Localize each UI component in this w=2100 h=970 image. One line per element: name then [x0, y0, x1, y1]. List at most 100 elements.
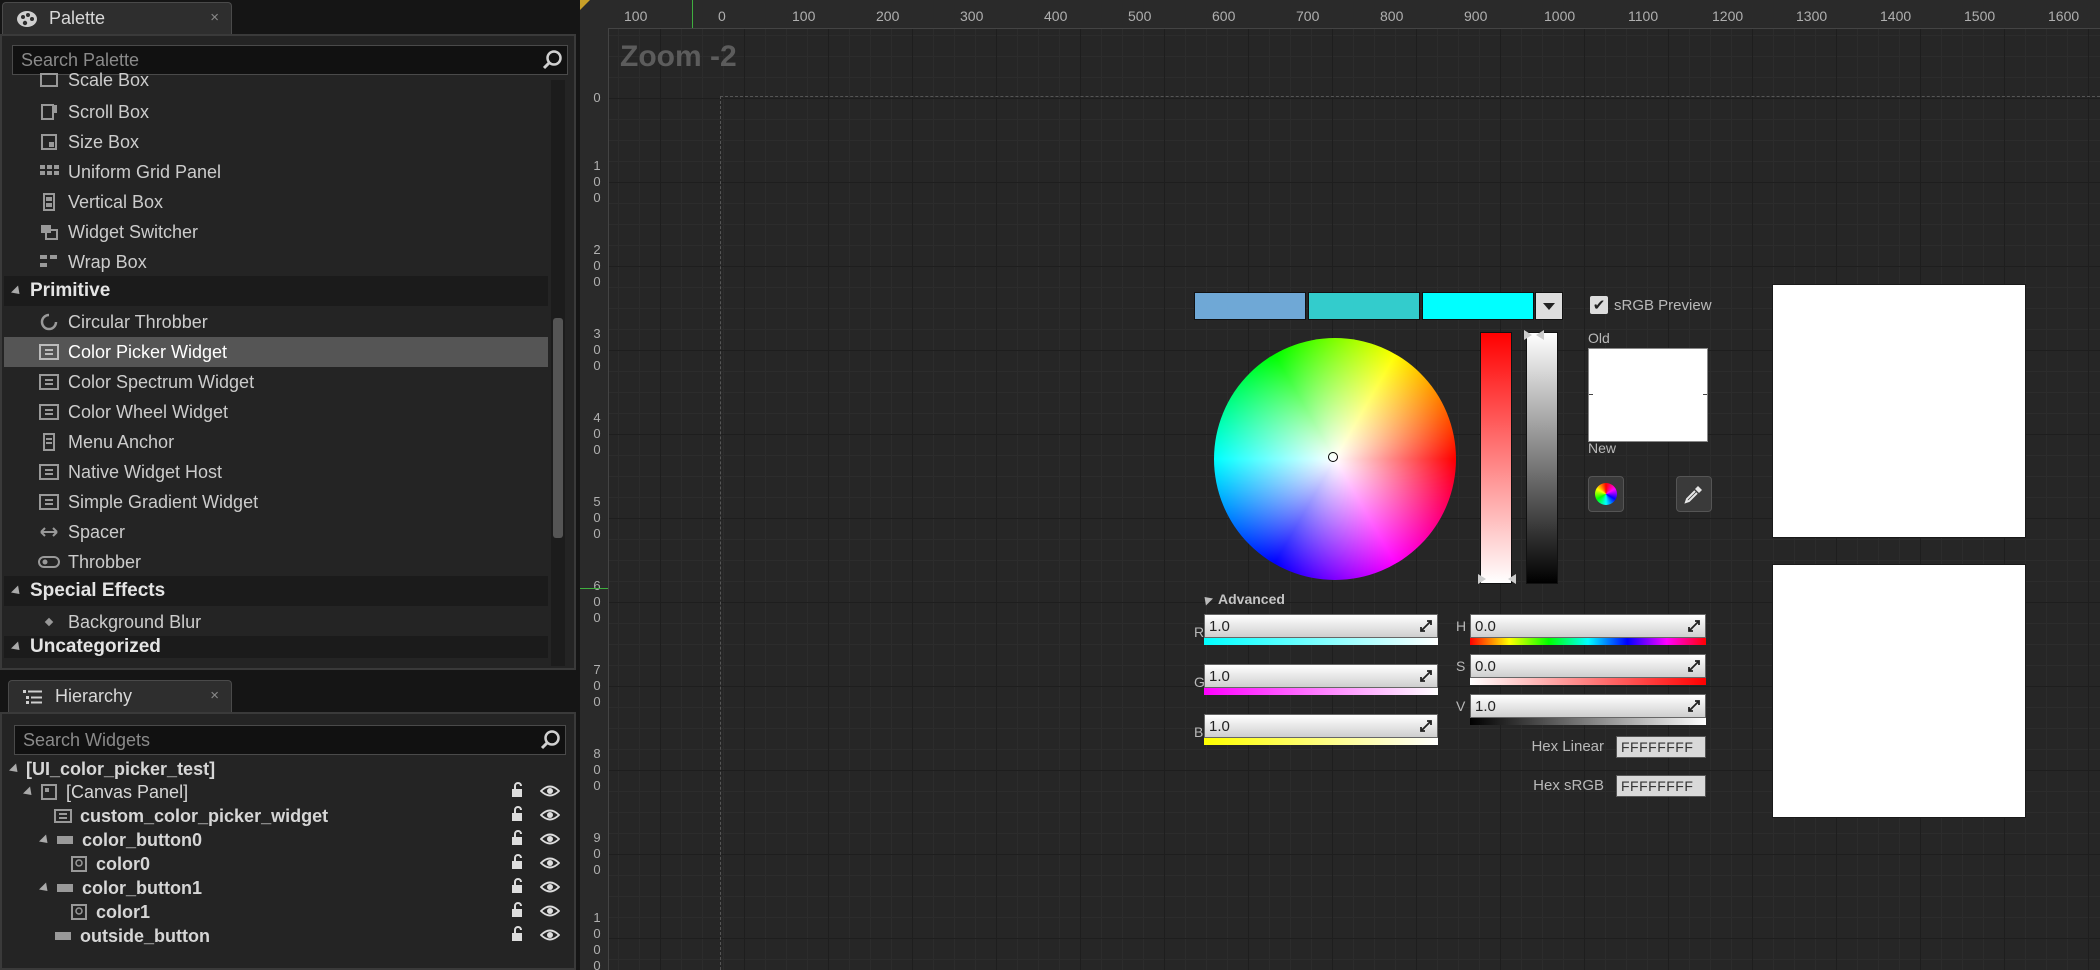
palette-item-color-picker-widget[interactable]: Color Picker Widget: [4, 337, 548, 367]
hue-spinbox[interactable]: 0.0: [1470, 614, 1706, 638]
palette-category-primitive[interactable]: Primitive: [4, 276, 548, 306]
ruler-label: 900: [1464, 8, 1488, 24]
hierarchy-row-color0[interactable]: color0: [70, 852, 570, 876]
close-icon[interactable]: ×: [210, 9, 219, 26]
palette-item-background-blur[interactable]: Background Blur: [4, 607, 548, 637]
hierarchy-row-color-button0[interactable]: color_button0: [38, 828, 570, 852]
palette-tab[interactable]: Palette ×: [2, 2, 232, 34]
red-spinbox[interactable]: 1.0: [1204, 614, 1438, 638]
lock-icon[interactable]: [510, 877, 526, 899]
slider-handle-icon: [1524, 330, 1544, 340]
throbber-icon: [38, 553, 60, 571]
color-wheel-selector[interactable]: [1328, 452, 1338, 462]
ruler-label: 500: [593, 494, 601, 541]
wrap-box-icon: [38, 253, 60, 271]
srgb-preview-checkbox[interactable]: ✔: [1590, 296, 1608, 314]
lock-icon[interactable]: [510, 925, 526, 947]
ruler-left[interactable]: 0 100 200 300 400 500 600 700 800 900 10…: [580, 28, 609, 970]
palette-item-menu-anchor[interactable]: Menu Anchor: [4, 427, 548, 457]
eye-icon[interactable]: [539, 830, 561, 851]
eye-icon[interactable]: [539, 878, 561, 899]
value-spinbox[interactable]: 1.0: [1470, 694, 1706, 718]
color-swatch-1[interactable]: [1308, 292, 1420, 320]
palette-item-color-spectrum-widget[interactable]: Color Spectrum Widget: [4, 367, 548, 397]
hierarchy-row-color-button1[interactable]: color_button1: [38, 876, 570, 900]
palette-item-widget-switcher[interactable]: Widget Switcher: [4, 217, 548, 247]
palette-item-throbber[interactable]: Throbber: [4, 547, 548, 577]
blue-spinbox[interactable]: 1.0: [1204, 714, 1438, 738]
saturation-spinbox[interactable]: 0.0: [1470, 654, 1706, 678]
lock-icon[interactable]: [510, 853, 526, 875]
palette-item-vertical-box[interactable]: Vertical Box: [4, 187, 548, 217]
palette-item-size-box[interactable]: Size Box: [4, 127, 548, 157]
eye-icon[interactable]: [539, 854, 561, 875]
value-slider[interactable]: [1526, 332, 1558, 584]
ruler-label: 700: [593, 662, 601, 709]
palette-item-circular-throbber[interactable]: Circular Throbber: [4, 307, 548, 337]
palette-item-simple-gradient-widget[interactable]: Simple Gradient Widget: [4, 487, 548, 517]
widget-icon: [38, 493, 60, 511]
lock-icon[interactable]: [510, 781, 526, 803]
color-swatch-2[interactable]: [1422, 292, 1534, 320]
color-button1[interactable]: [1772, 564, 2026, 818]
palette-item-scale-box[interactable]: Scale Box: [4, 68, 548, 92]
button-icon: [56, 880, 74, 896]
palette-item-scroll-box[interactable]: Scroll Box: [4, 97, 548, 127]
palette-item-spacer[interactable]: Spacer: [4, 517, 548, 547]
eye-icon[interactable]: [539, 782, 561, 803]
resize-arrows-icon: [1688, 700, 1700, 712]
ruler-label: 300: [960, 8, 984, 24]
eyedropper-icon: [1684, 486, 1702, 504]
hierarchy-row-root[interactable]: [UI_color_picker_test]: [8, 757, 570, 781]
saturation-slider[interactable]: [1480, 332, 1512, 584]
spacer-icon: [38, 523, 60, 541]
hierarchy-row-canvas-panel[interactable]: [Canvas Panel]: [22, 780, 570, 804]
ruler-label: 600: [593, 578, 601, 625]
green-spinbox[interactable]: 1.0: [1204, 664, 1438, 688]
palette-icon: [15, 10, 39, 28]
color-button0[interactable]: [1772, 284, 2026, 538]
ruler-top[interactable]: 100 0 100 200 300 400 500 600 700 800 90…: [580, 0, 2100, 29]
ruler-label: 1300: [1796, 8, 1828, 24]
lock-icon[interactable]: [510, 805, 526, 827]
hierarchy-search-input[interactable]: [15, 728, 537, 752]
advanced-toggle[interactable]: Advanced: [1200, 591, 1285, 607]
hierarchy-tab[interactable]: Hierarchy ×: [8, 680, 232, 712]
designer-canvas[interactable]: 100 0 100 200 300 400 500 600 700 800 90…: [580, 0, 2100, 970]
slider-handle-icon: [1478, 574, 1516, 584]
hex-linear-input[interactable]: FFFFFFFF: [1616, 736, 1706, 758]
hierarchy-icon: [21, 688, 45, 706]
saturation-gradient-bar: [1470, 678, 1706, 685]
close-icon[interactable]: ×: [210, 687, 219, 704]
eyedropper-button[interactable]: [1676, 476, 1712, 512]
eye-icon[interactable]: [539, 806, 561, 827]
palette-item-native-widget-host[interactable]: Native Widget Host: [4, 457, 548, 487]
lock-icon[interactable]: [510, 901, 526, 923]
eye-icon[interactable]: [539, 902, 561, 923]
ruler-label: 1500: [1964, 8, 1996, 24]
color-theme-button[interactable]: [1588, 476, 1624, 512]
palette-category-uncategorized[interactable]: Uncategorized: [4, 636, 548, 658]
lock-icon[interactable]: [510, 829, 526, 851]
ruler-label: 100: [593, 158, 601, 205]
palette-scrollbar-thumb[interactable]: [553, 318, 563, 538]
ruler-label: 400: [593, 410, 601, 457]
hex-srgb-input[interactable]: FFFFFFFF: [1616, 775, 1706, 797]
palette-item-wrap-box[interactable]: Wrap Box: [4, 247, 548, 277]
search-icon[interactable]: [537, 726, 565, 754]
ruler-label: 0: [593, 90, 601, 105]
hierarchy-row-color1[interactable]: color1: [70, 900, 570, 924]
hierarchy-search[interactable]: [14, 725, 566, 755]
hierarchy-row-outside-button[interactable]: outside_button: [54, 924, 570, 948]
palette-category-special-effects[interactable]: Special Effects: [4, 576, 548, 606]
image-icon: [70, 856, 88, 872]
hierarchy-row-custom-color-picker-widget[interactable]: custom_color_picker_widget: [54, 804, 570, 828]
palette-item-uniform-grid-panel[interactable]: Uniform Grid Panel: [4, 157, 548, 187]
palette-item-color-wheel-widget[interactable]: Color Wheel Widget: [4, 397, 548, 427]
hue-gradient-bar: [1470, 638, 1706, 645]
swatch-dropdown-button[interactable]: [1535, 292, 1563, 320]
canvas-panel-icon: [40, 784, 58, 800]
channel-letter-v: V: [1456, 698, 1466, 714]
color-swatch-0[interactable]: [1194, 292, 1306, 320]
eye-icon[interactable]: [539, 926, 561, 947]
